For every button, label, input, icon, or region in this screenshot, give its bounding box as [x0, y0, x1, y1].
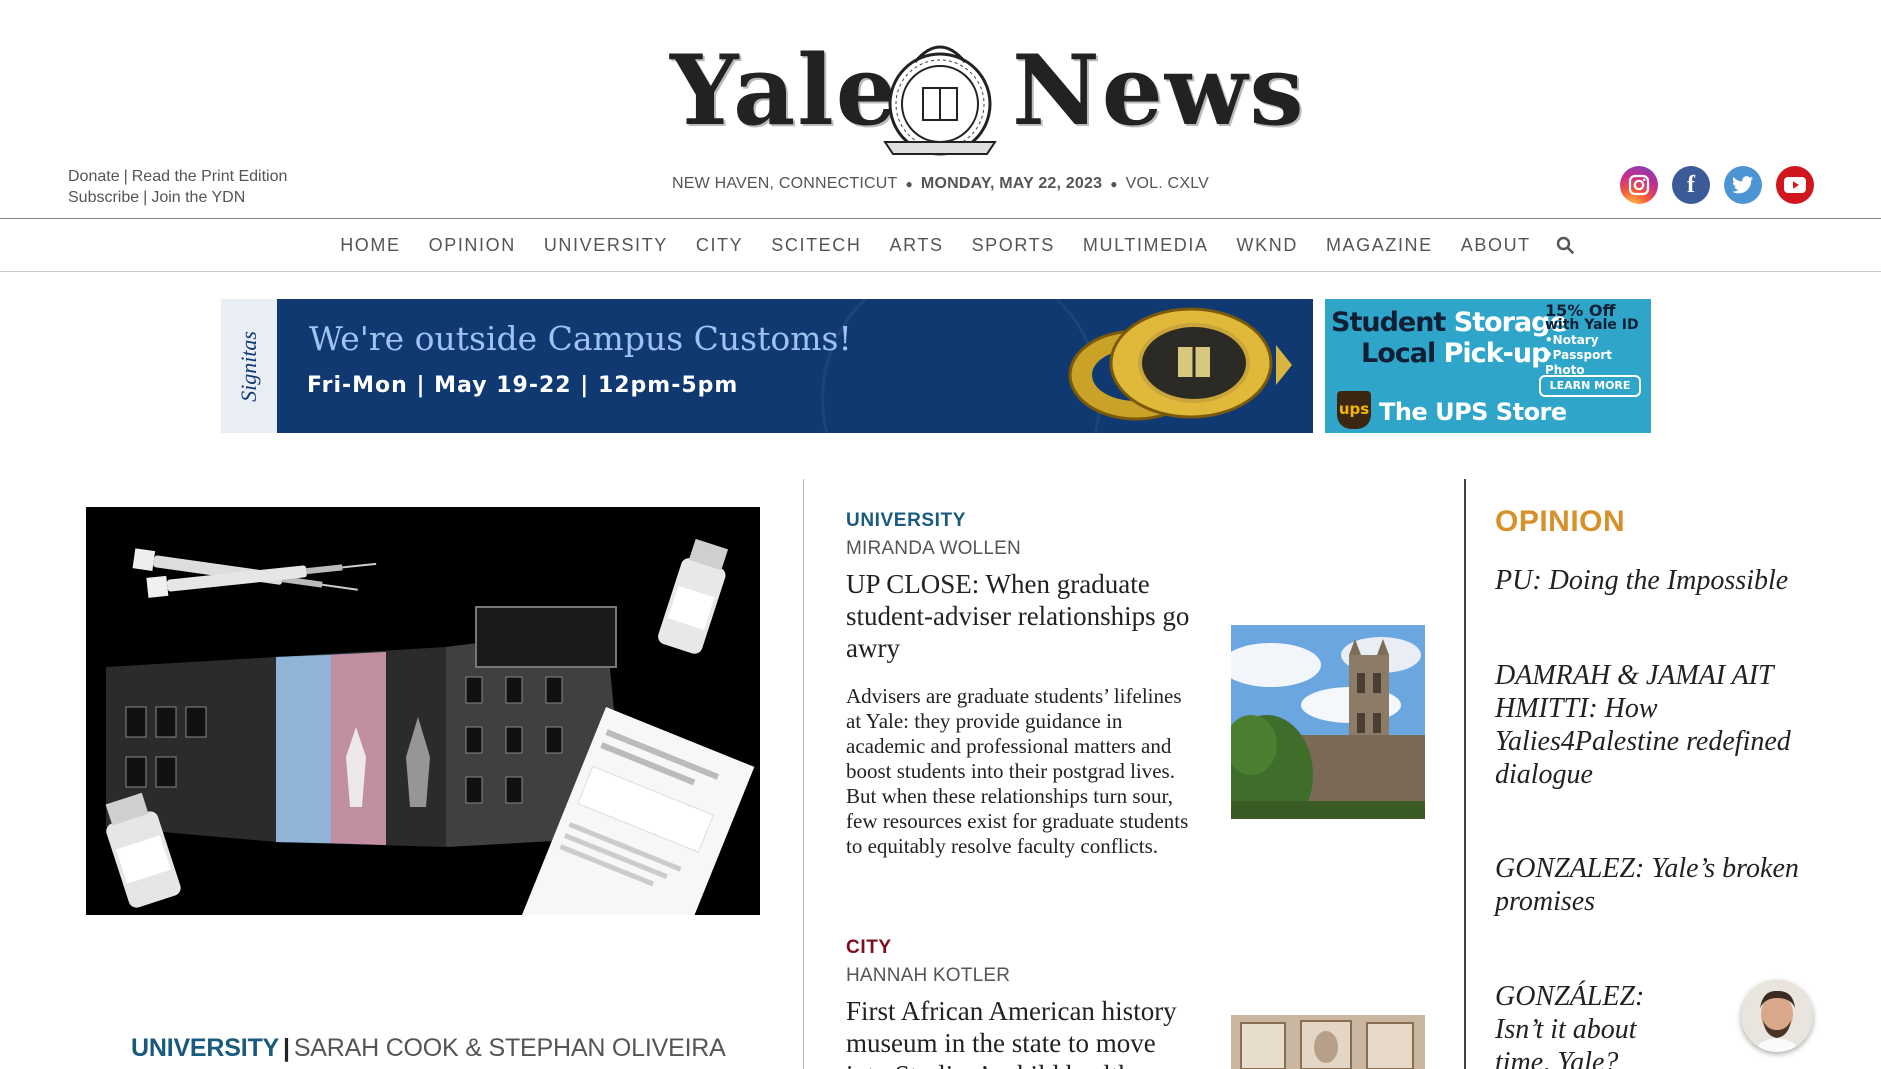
story-thumbnail[interactable] — [1231, 625, 1425, 819]
nav-item-home[interactable]: HOME — [326, 235, 414, 256]
chat-avatar[interactable] — [1741, 980, 1813, 1052]
ad-side-line1: Student Storage — [1331, 307, 1568, 338]
main-nav: HOME OPINION UNIVERSITY CITY SCITECH ART… — [0, 218, 1881, 272]
nav-item-wknd[interactable]: WKND — [1223, 235, 1312, 256]
gothic-tower-photo — [1231, 625, 1425, 819]
hero-kicker[interactable]: UNIVERSITY — [131, 1034, 279, 1062]
nav-item-magazine[interactable]: MAGAZINE — [1312, 235, 1447, 256]
story-card: UNIVERSITY MIRANDA WOLLEN UP CLOSE: When… — [846, 510, 1200, 859]
story-card: CITY HANNAH KOTLER First African America… — [846, 937, 1200, 1069]
person-avatar-icon — [1741, 980, 1813, 1052]
ad-side-word-student: Student — [1331, 307, 1446, 338]
class-ring-image — [1068, 307, 1292, 421]
nav-item-opinion[interactable]: OPINION — [415, 235, 530, 256]
search-icon[interactable] — [1545, 225, 1585, 265]
logo-word-news: News — [1012, 34, 1306, 147]
nav-item-scitech[interactable]: SCITECH — [757, 235, 875, 256]
story-byline[interactable]: MIRANDA WOLLEN — [846, 538, 1200, 560]
ups-store-ad[interactable]: Student Storage Local Pick-up 15% Off wi… — [1325, 299, 1651, 433]
youtube-icon[interactable] — [1776, 166, 1814, 204]
story-kicker[interactable]: UNIVERSITY — [846, 510, 1200, 532]
dateline: NEW HAVEN, CONNECTICUT ● MONDAY, MAY 22, 2… — [0, 175, 1881, 193]
nav-item-city[interactable]: CITY — [682, 235, 757, 256]
hero-caption: UNIVERSITY | SARAH COOK & STEPHAN OLIVEIRA — [131, 1034, 726, 1063]
story-headline[interactable]: First African American history museum in… — [846, 995, 1200, 1069]
ad-headline: We're outside Campus Customs! — [309, 319, 852, 358]
ad-side-discount-note: with Yale ID — [1545, 317, 1639, 333]
twitter-icon[interactable] — [1724, 166, 1762, 204]
yale-seal-icon — [883, 45, 997, 156]
social-links: f — [1620, 166, 1814, 204]
story-kicker[interactable]: CITY — [846, 937, 1200, 959]
facebook-icon[interactable]: f — [1672, 166, 1710, 204]
opinion-headline[interactable]: PU: Doing the Impossible — [1495, 564, 1815, 597]
dateline-date: MONDAY, MAY 22, 2023 — [920, 175, 1103, 192]
story-dek: Advisers are graduate students’ lifeline… — [846, 684, 1189, 858]
opinion-headline[interactable]: GONZÁLEZ: Isn’t it about time, Yale? — [1495, 980, 1665, 1069]
hero-illustration — [86, 507, 760, 915]
nav-item-sports[interactable]: SPORTS — [958, 235, 1069, 256]
ad-side-word-local: Local — [1361, 338, 1436, 369]
story-thumbnail[interactable] — [1231, 1015, 1425, 1069]
masthead: Yale News Donate | Read the Print Edition … — [0, 0, 1881, 218]
bullet-separator: ● — [1110, 177, 1118, 191]
hero-authors[interactable]: SARAH COOK & STEPHAN OLIVEIRA — [294, 1034, 726, 1062]
story-headline[interactable]: UP CLOSE: When graduate student-adviser … — [846, 568, 1200, 664]
nav-item-multimedia[interactable]: MULTIMEDIA — [1069, 235, 1223, 256]
ad-details: Fri-Mon | May 19-22 | 12pm-5pm — [307, 373, 739, 398]
nav-item-arts[interactable]: ARTS — [875, 235, 957, 256]
hero-image[interactable] — [86, 507, 760, 915]
nav-list: HOME OPINION UNIVERSITY CITY SCITECH ART… — [326, 225, 1585, 265]
ad-side-bullet: •Notary — [1545, 333, 1599, 347]
ad-watermark — [821, 299, 1101, 433]
ad-side-bullet: •Passport Photo — [1545, 348, 1613, 377]
opinion-headline[interactable]: DAMRAH & JAMAI AIT HMITTI: How Yalies4Pa… — [1495, 659, 1815, 791]
column-divider — [1464, 479, 1466, 1069]
instagram-icon[interactable] — [1620, 166, 1658, 204]
ad-side-discount: 15% Off — [1545, 301, 1616, 320]
ad-brand-stub: Signitas — [221, 299, 277, 433]
dateline-location: NEW HAVEN, CONNECTICUT — [672, 175, 898, 192]
opinion-section-title[interactable]: OPINION — [1495, 505, 1625, 539]
learn-more-button[interactable]: LEARN MORE — [1539, 375, 1641, 397]
nav-item-about[interactable]: ABOUT — [1447, 235, 1545, 256]
nav-item-university[interactable]: UNIVERSITY — [530, 235, 682, 256]
museum-gallery-photo — [1231, 1015, 1425, 1069]
ad-side-offer: 15% Off with Yale ID •Notary •Passport P… — [1545, 303, 1651, 378]
ups-logo: ups — [1337, 391, 1371, 429]
bullet-separator: ● — [905, 177, 913, 191]
opinion-headline[interactable]: GONZALEZ: Yale’s broken promises — [1495, 852, 1815, 918]
yale-daily-news-logo[interactable]: Yale News — [640, 14, 1304, 156]
ad-brand: Signitas — [236, 330, 261, 402]
ups-store-name: The UPS Store — [1379, 398, 1567, 426]
ad-side-word-pickup: Pick-up — [1443, 338, 1551, 369]
story-byline[interactable]: HANNAH KOTLER — [846, 965, 1200, 987]
column-divider — [803, 479, 804, 1069]
ad-side-line2: Local Pick-up — [1361, 338, 1551, 369]
signitas-ad-banner[interactable]: Signitas We're outside Campus Customs! F… — [221, 299, 1313, 433]
dateline-volume: VOL. CXLV — [1125, 175, 1209, 192]
hero-separator: | — [283, 1034, 290, 1062]
logo-word-yale: Yale — [670, 34, 899, 147]
